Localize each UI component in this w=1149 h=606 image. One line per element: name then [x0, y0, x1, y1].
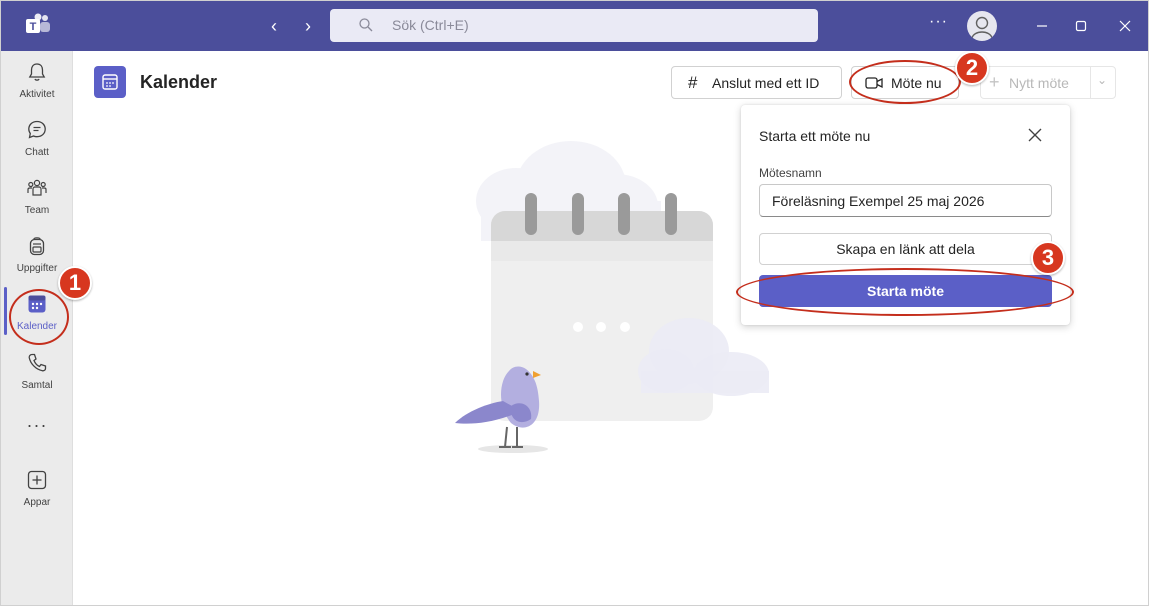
back-button[interactable]: ‹ — [263, 15, 285, 37]
rail-item-aktivitet[interactable]: Aktivitet — [1, 55, 73, 111]
maximize-icon[interactable] — [1070, 15, 1092, 37]
page-title: Kalender — [140, 72, 218, 92]
rail-label: Team — [24, 205, 50, 216]
empty-calendar-illustration — [455, 141, 769, 453]
new-meeting-button[interactable]: + Nytt möte ⌄ — [980, 66, 1116, 99]
teams-logo-icon[interactable]: T — [25, 13, 51, 37]
rail-item-kalender[interactable]: Kalender — [1, 287, 73, 343]
settings-more-button[interactable]: ··· — [929, 13, 948, 31]
more-icon: ··· — [26, 415, 48, 435]
search-input[interactable]: Sök (Ctrl+E) — [330, 9, 818, 42]
search-icon — [359, 18, 373, 32]
step-badge-1: 1 — [58, 266, 92, 300]
forward-button[interactable]: › — [297, 15, 319, 37]
close-window-icon[interactable] — [1114, 15, 1136, 37]
add-app-icon — [27, 470, 47, 490]
app-rail: Aktivitet Chatt Team Uppgifter Kalender … — [1, 51, 73, 605]
rail-label: Chatt — [25, 147, 49, 158]
chevron-down-icon[interactable]: ⌄ — [1097, 73, 1107, 87]
rail-item-samtal[interactable]: Samtal — [1, 346, 73, 402]
rail-label: Kalender — [16, 321, 58, 332]
hash-icon: # — [688, 73, 698, 92]
create-link-button[interactable]: Skapa en länk att dela — [759, 233, 1052, 265]
rail-label: Appar — [23, 497, 51, 508]
rail-item-appar[interactable]: Appar — [1, 463, 73, 519]
meet-now-popover: Starta ett möte nu Mötesnamn Skapa en lä… — [741, 105, 1070, 325]
meeting-name-label: Mötesnamn — [759, 166, 822, 180]
avatar[interactable] — [967, 11, 997, 41]
meet-now-label: Möte nu — [891, 75, 942, 91]
rail-item-team[interactable]: Team — [1, 171, 73, 227]
meeting-name-input[interactable] — [759, 184, 1052, 217]
team-icon — [27, 179, 47, 196]
rail-label: Aktivitet — [19, 89, 55, 100]
start-meeting-button[interactable]: Starta möte — [759, 275, 1052, 307]
calendar-icon — [102, 74, 118, 90]
calendar-icon — [28, 295, 46, 313]
user-icon — [971, 16, 993, 39]
rail-item-more[interactable]: ··· — [1, 413, 73, 443]
close-icon[interactable] — [1025, 125, 1045, 145]
calendar-page-icon — [94, 66, 126, 98]
minimize-icon[interactable] — [1031, 15, 1053, 37]
plus-icon: + — [989, 72, 1000, 92]
step-badge-2: 2 — [955, 51, 989, 85]
video-camera-icon — [865, 77, 883, 89]
bell-icon — [28, 63, 46, 81]
teams-window: T ‹ › Sök (Ctrl+E) ··· Aktivitet Chatt T… — [0, 0, 1149, 606]
title-bar: T ‹ › Sök (Ctrl+E) ··· — [1, 1, 1148, 51]
meet-now-button[interactable]: Möte nu — [851, 66, 959, 99]
join-with-id-label: Anslut med ett ID — [712, 75, 820, 91]
rail-item-chatt[interactable]: Chatt — [1, 113, 73, 169]
new-meeting-label: Nytt möte — [1009, 75, 1069, 91]
search-placeholder: Sök (Ctrl+E) — [392, 17, 469, 33]
join-with-id-button[interactable]: # Anslut med ett ID — [671, 66, 842, 99]
chat-icon — [28, 120, 46, 139]
step-badge-3: 3 — [1031, 241, 1065, 275]
backpack-icon — [29, 237, 45, 256]
phone-icon — [28, 353, 47, 372]
popover-title: Starta ett möte nu — [759, 128, 871, 144]
svg-text:T: T — [30, 21, 37, 33]
rail-label: Samtal — [21, 380, 53, 391]
split-divider — [1090, 67, 1091, 98]
